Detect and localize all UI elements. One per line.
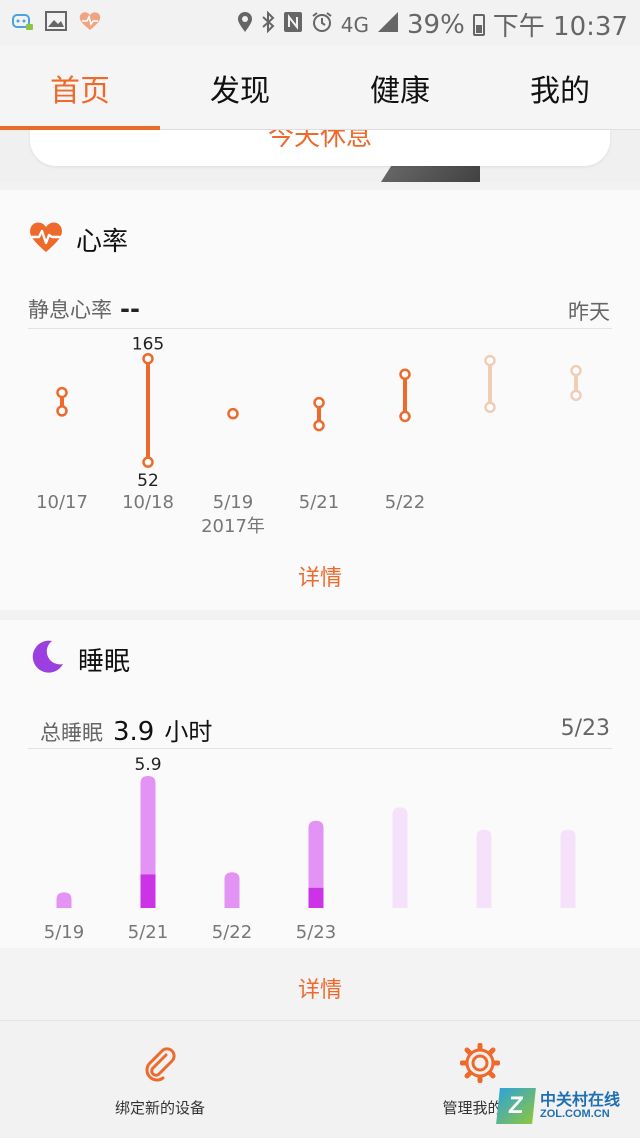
nfc-icon [283, 10, 303, 40]
heart-rate-high-point [570, 364, 582, 377]
heart-rate-low-point [570, 389, 582, 402]
sleep-bar [476, 829, 492, 908]
rest-status-card[interactable]: 今天休息 [30, 130, 610, 166]
heart-rate-low-point [399, 410, 411, 423]
heart-rate-low-point [56, 405, 68, 417]
watermark-en: ZOL.COM.CN [540, 1107, 610, 1120]
network-type: 4G [340, 12, 369, 37]
heart-rate-min-label: 52 [137, 471, 159, 491]
sleep-chart[interactable]: 5/19 5.9 5/21 5/22 5/23 [0, 750, 640, 945]
heart-rate-date: 昨天 [568, 300, 610, 324]
bind-device-button[interactable]: 绑定新的设备 [100, 1043, 220, 1118]
heart-rate-icon [28, 220, 64, 258]
tab-health[interactable]: 健康 [320, 66, 480, 110]
sleep-date-label: 5/22 [212, 922, 252, 943]
clock: 下午 10:37 [492, 12, 628, 42]
gear-icon [459, 1042, 501, 1087]
divider [28, 748, 612, 749]
sleep-date: 5/23 [560, 716, 610, 741]
heart-rate-high-point [313, 396, 325, 409]
resting-heart-rate-value: -- [120, 295, 140, 323]
heart-rate-high-point [56, 386, 68, 399]
moon-icon [28, 638, 66, 680]
total-sleep-label: 总睡眠 [40, 721, 103, 745]
heart-rate-title: 心率 [76, 226, 129, 257]
sleep-bar [392, 807, 408, 908]
health-heart-icon [78, 9, 102, 33]
tab-home[interactable]: 首页 [0, 66, 160, 110]
notification-bot-icon [10, 9, 34, 33]
sleep-date-label: 5/21 [128, 922, 168, 943]
sleep-date-label: 5/19 [44, 922, 84, 943]
location-icon [237, 10, 253, 40]
image-icon [44, 9, 68, 33]
heart-rate-card[interactable]: 心率 静息心率 -- 昨天 10/17 165 52 10/18 5/19 2017年 5/… [0, 190, 640, 610]
sleep-bar [56, 892, 72, 908]
alarm-icon [311, 10, 333, 40]
battery-icon [472, 13, 485, 36]
heart-rate-high-point [399, 368, 411, 381]
heart-rate-date-label: 5/22 [385, 492, 425, 513]
heart-rate-chart[interactable]: 10/17 165 5210/18 5/19 2017年 5/21 5/22 [0, 332, 640, 542]
total-sleep-unit: 小时 [164, 718, 213, 746]
rest-status-text: 今天休息 [267, 130, 372, 152]
sleep-detail-link[interactable]: 详情 [0, 972, 640, 1004]
sleep-bar [560, 829, 576, 908]
heart-rate-high-point [142, 352, 154, 365]
heart-rate-year-label: 2017年 [201, 516, 265, 537]
sleep-card[interactable]: 睡眠 总睡眠 3.9 小时 5/23 5/19 5.9 5/21 5/22 5/23 详… [0, 620, 640, 1015]
status-bar: 4G 39% 下午 10:37 [0, 0, 640, 46]
heart-rate-detail-link[interactable]: 详情 [0, 560, 640, 592]
tab-mine[interactable]: 我的 [480, 66, 640, 110]
deep-sleep-segment [308, 887, 324, 908]
heart-rate-date-label: 10/18 [122, 492, 174, 513]
heart-rate-date-label: 5/21 [299, 492, 339, 513]
heart-rate-max-label: 165 [132, 335, 164, 355]
heart-rate-low-point [142, 456, 154, 468]
sleep-date-label: 5/23 [296, 922, 336, 943]
deep-sleep-segment [140, 874, 156, 908]
heart-rate-high-point [484, 354, 496, 367]
zol-logo: Z [496, 1088, 536, 1124]
battery-percent: 39% [407, 9, 465, 40]
resting-heart-rate-label: 静息心率 [28, 298, 112, 322]
paperclip-icon [140, 1047, 180, 1087]
sleep-max-label: 5.9 [134, 755, 161, 775]
watermark-cn: 中关村在线 [540, 1089, 621, 1109]
tab-discover[interactable]: 发现 [160, 66, 320, 110]
sleep-title: 睡眠 [78, 646, 131, 677]
heart-rate-date-label: 5/19 [213, 492, 253, 513]
heart-rate-high-point [227, 407, 239, 420]
bluetooth-icon [261, 10, 275, 40]
heart-rate-low-point [313, 419, 325, 432]
top-tab-bar: 首页 发现 健康 我的 [0, 46, 640, 130]
signal-icon [377, 10, 399, 40]
bind-device-label: 绑定新的设备 [114, 1099, 205, 1117]
heart-rate-date-label: 10/17 [36, 492, 88, 513]
heart-rate-low-point [484, 401, 496, 414]
total-sleep-value: 3.9 [113, 717, 155, 747]
divider [28, 328, 612, 329]
sleep-bar [224, 872, 240, 908]
zol-watermark: Z 中关村在线 ZOL.COM.CN [496, 1088, 621, 1124]
